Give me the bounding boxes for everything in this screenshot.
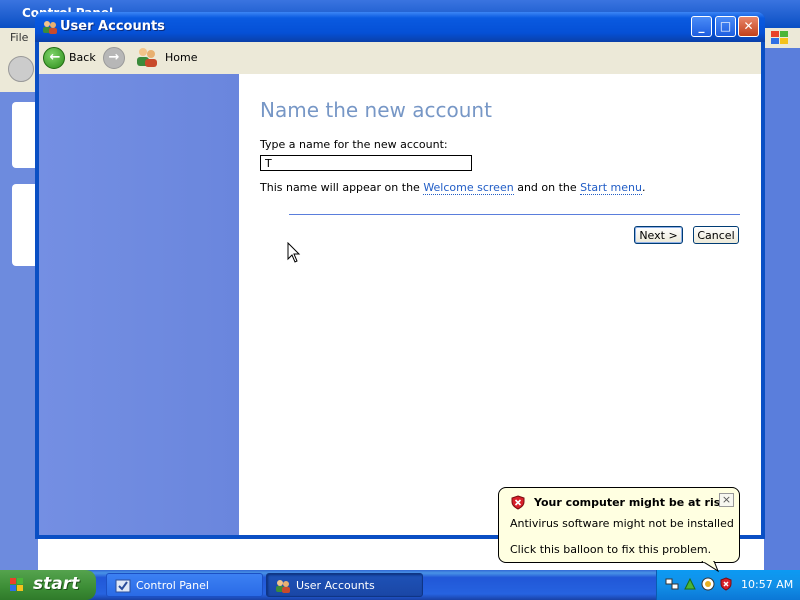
security-shield-icon: [511, 495, 525, 510]
back-label: Back: [69, 51, 96, 64]
close-button[interactable]: ✕: [738, 16, 759, 37]
taskbar-item-user-accounts[interactable]: User Accounts: [266, 573, 423, 597]
divider: [289, 214, 740, 215]
welcome-screen-link[interactable]: Welcome screen: [423, 181, 514, 195]
mouse-cursor-icon: [287, 241, 301, 264]
network-icon[interactable]: [665, 577, 679, 591]
content-area: Name the new account Type a name for the…: [239, 74, 761, 535]
clock[interactable]: 10:57 AM: [741, 578, 793, 591]
info-text: This name will appear on the Welcome scr…: [260, 181, 646, 195]
titlebar[interactable]: User Accounts _ □ ✕: [35, 12, 765, 42]
user-accounts-window: User Accounts _ □ ✕ ← Back → Home Name t…: [35, 12, 765, 539]
info-suffix: .: [641, 181, 646, 194]
back-arrow-icon: ←: [43, 47, 65, 69]
windows-flag-icon: [9, 577, 25, 593]
home-users-icon[interactable]: [135, 46, 159, 68]
balloon-title: Your computer might be at risk: [534, 496, 728, 509]
minimize-button[interactable]: _: [691, 16, 712, 37]
home-label[interactable]: Home: [165, 51, 197, 64]
balloon-message: Antivirus software might not be installe…: [510, 517, 734, 530]
security-shield-icon[interactable]: [719, 577, 733, 591]
maximize-button[interactable]: □: [715, 16, 736, 37]
start-label: start: [33, 574, 80, 594]
navigation-bar: ← Back → Home: [39, 42, 761, 75]
security-balloon[interactable]: Your computer might be at risk × Antivir…: [498, 487, 740, 563]
taskbar: start Control Panel User Accounts 10:57 …: [0, 570, 800, 600]
user-accounts-icon: [275, 578, 291, 594]
update-icon[interactable]: [683, 577, 697, 591]
cancel-button[interactable]: Cancel: [693, 226, 739, 244]
taskbar-item-control-panel[interactable]: Control Panel: [106, 573, 263, 597]
info-middle: and on the: [513, 181, 581, 194]
background-back-icon[interactable]: [8, 56, 34, 82]
start-menu-link[interactable]: Start menu: [580, 181, 642, 195]
background-right-pane: [764, 48, 800, 570]
balloon-action-text: Click this balloon to fix this problem.: [510, 543, 712, 556]
user-accounts-icon: [42, 19, 58, 35]
start-button[interactable]: start: [0, 570, 96, 600]
account-name-label: Type a name for the new account:: [260, 138, 448, 151]
window-title: User Accounts: [60, 19, 165, 34]
left-task-pane: [39, 74, 239, 535]
balloon-close-button[interactable]: ×: [719, 493, 734, 507]
info-prefix: This name will appear on the: [260, 181, 424, 194]
windows-logo-icon: [770, 30, 790, 50]
forward-arrow-icon[interactable]: →: [103, 47, 125, 69]
volume-icon[interactable]: [701, 577, 715, 591]
account-name-input[interactable]: [260, 155, 472, 171]
background-sidebar: [0, 92, 38, 570]
taskbar-item-label: User Accounts: [296, 579, 375, 592]
system-tray: 10:57 AM: [656, 570, 800, 600]
menu-file[interactable]: File: [10, 31, 28, 44]
taskbar-item-label: Control Panel: [136, 579, 209, 592]
next-button[interactable]: Next >: [634, 226, 683, 244]
balloon-tail: [701, 561, 720, 573]
page-title: Name the new account: [260, 98, 492, 122]
control-panel-icon: [115, 578, 131, 594]
